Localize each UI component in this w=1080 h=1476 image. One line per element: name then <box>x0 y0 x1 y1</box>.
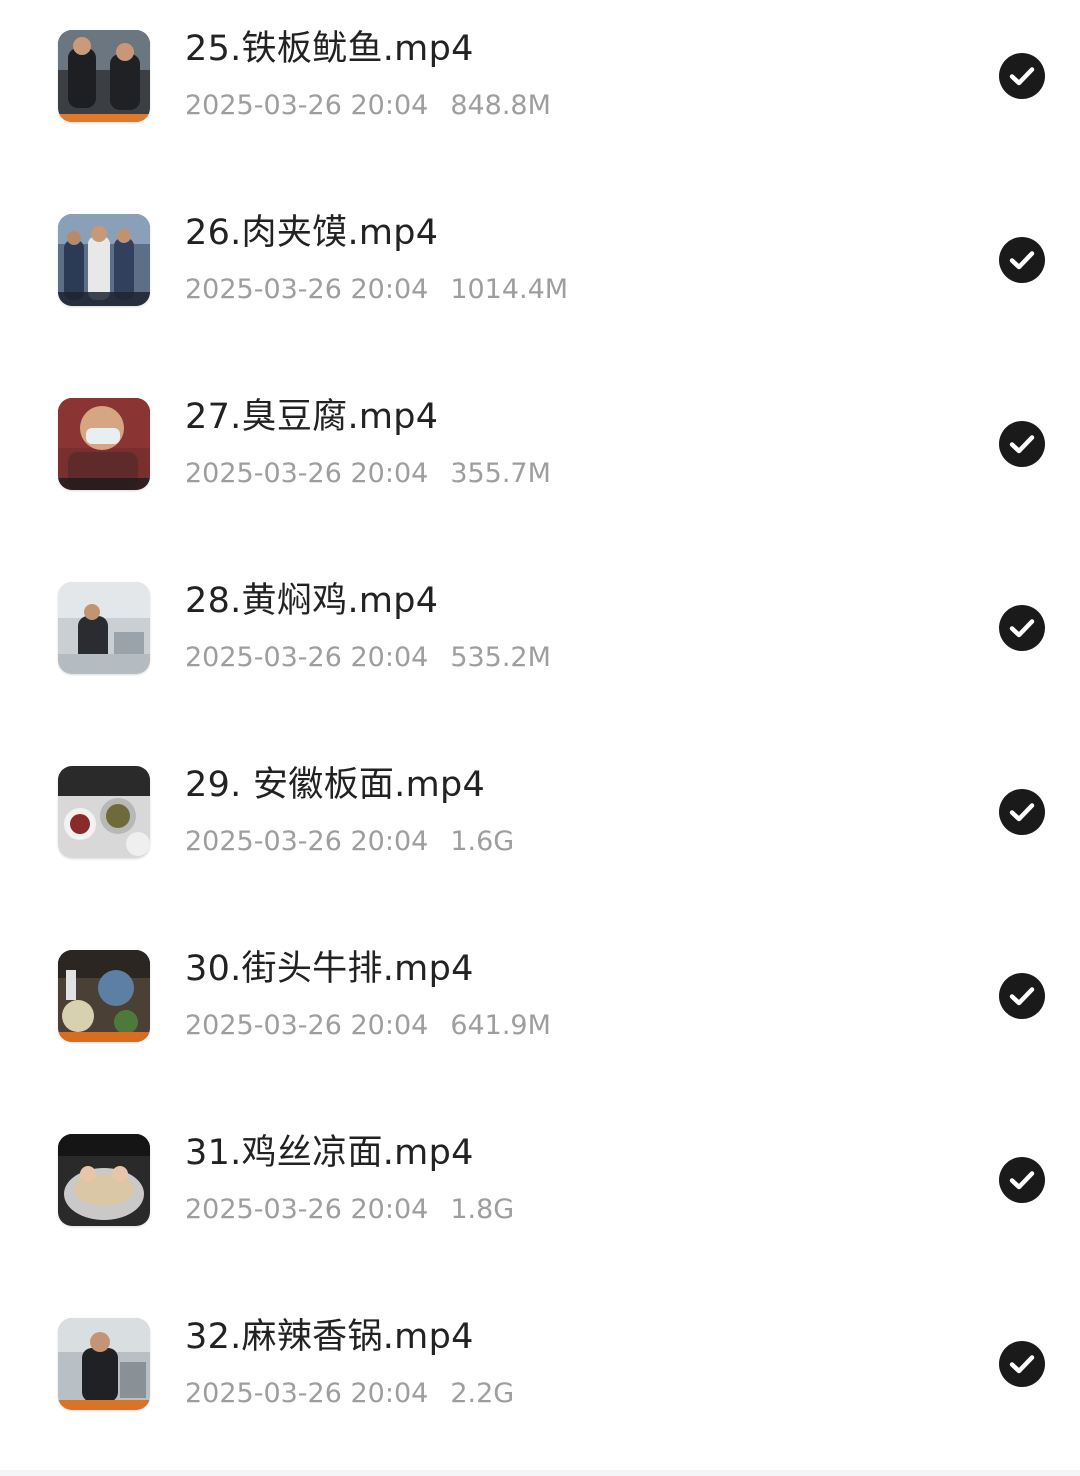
file-name: 28.黄焖鸡.mp4 <box>185 581 439 621</box>
file-row-27[interactable]: 27.臭豆腐.mp4 2025-03-26 20:04 355.7M <box>0 368 1080 552</box>
file-row-31[interactable]: 31.鸡丝凉面.mp4 2025-03-26 20:04 1.8G <box>0 1104 1080 1288</box>
file-size: 2.2G <box>450 1378 515 1409</box>
selected-check-icon[interactable] <box>999 53 1045 99</box>
file-size: 355.7M <box>450 458 551 489</box>
selected-check-icon[interactable] <box>999 421 1045 467</box>
file-row-29[interactable]: 29. 安徽板面.mp4 2025-03-26 20:04 1.6G <box>0 736 1080 920</box>
file-meta: 2025-03-26 20:04 2.2G <box>185 1376 514 1412</box>
file-date: 2025-03-26 20:04 <box>185 458 429 489</box>
file-size: 848.8M <box>450 90 551 121</box>
file-row-25[interactable]: 25.铁板鱿鱼.mp4 2025-03-26 20:04 848.8M <box>0 0 1080 184</box>
video-thumbnail[interactable] <box>58 398 150 490</box>
selected-check-icon[interactable] <box>999 1157 1045 1203</box>
selected-check-icon[interactable] <box>999 1341 1045 1387</box>
video-thumbnail[interactable] <box>58 582 150 674</box>
file-date: 2025-03-26 20:04 <box>185 274 429 305</box>
file-size: 535.2M <box>450 642 551 673</box>
selected-check-icon[interactable] <box>999 237 1045 283</box>
file-meta: 2025-03-26 20:04 848.8M <box>185 88 551 124</box>
file-meta: 2025-03-26 20:04 1.8G <box>185 1192 514 1228</box>
file-size: 641.9M <box>450 1010 551 1041</box>
file-name: 32.麻辣香锅.mp4 <box>185 1317 474 1357</box>
video-thumbnail[interactable] <box>58 766 150 858</box>
bottom-divider <box>0 1470 1080 1476</box>
selected-check-icon[interactable] <box>999 789 1045 835</box>
video-thumbnail[interactable] <box>58 1134 150 1226</box>
video-thumbnail[interactable] <box>58 1318 150 1410</box>
file-date: 2025-03-26 20:04 <box>185 642 429 673</box>
file-date: 2025-03-26 20:04 <box>185 90 429 121</box>
file-size: 1.6G <box>450 826 515 857</box>
file-date: 2025-03-26 20:04 <box>185 1194 429 1225</box>
file-meta: 2025-03-26 20:04 535.2M <box>185 640 551 676</box>
file-name: 25.铁板鱿鱼.mp4 <box>185 29 474 69</box>
video-thumbnail[interactable] <box>58 214 150 306</box>
file-meta: 2025-03-26 20:04 1.6G <box>185 824 514 860</box>
file-date: 2025-03-26 20:04 <box>185 826 429 857</box>
file-size: 1.8G <box>450 1194 515 1225</box>
file-date: 2025-03-26 20:04 <box>185 1378 429 1409</box>
file-date: 2025-03-26 20:04 <box>185 1010 429 1041</box>
video-thumbnail[interactable] <box>58 30 150 122</box>
file-meta: 2025-03-26 20:04 641.9M <box>185 1008 551 1044</box>
file-meta: 2025-03-26 20:04 1014.4M <box>185 272 568 308</box>
file-name: 29. 安徽板面.mp4 <box>185 765 486 805</box>
selected-check-icon[interactable] <box>999 973 1045 1019</box>
file-name: 31.鸡丝凉面.mp4 <box>185 1133 474 1173</box>
file-row-26[interactable]: 26.肉夹馍.mp4 2025-03-26 20:04 1014.4M <box>0 184 1080 368</box>
file-name: 30.街头牛排.mp4 <box>185 949 474 989</box>
selected-check-icon[interactable] <box>999 605 1045 651</box>
file-name: 26.肉夹馍.mp4 <box>185 213 439 253</box>
file-row-28[interactable]: 28.黄焖鸡.mp4 2025-03-26 20:04 535.2M <box>0 552 1080 736</box>
file-name: 27.臭豆腐.mp4 <box>185 397 439 437</box>
file-row-30[interactable]: 30.街头牛排.mp4 2025-03-26 20:04 641.9M <box>0 920 1080 1104</box>
file-row-32[interactable]: 32.麻辣香锅.mp4 2025-03-26 20:04 2.2G <box>0 1288 1080 1472</box>
file-meta: 2025-03-26 20:04 355.7M <box>185 456 551 492</box>
file-size: 1014.4M <box>450 274 569 305</box>
video-thumbnail[interactable] <box>58 950 150 1042</box>
